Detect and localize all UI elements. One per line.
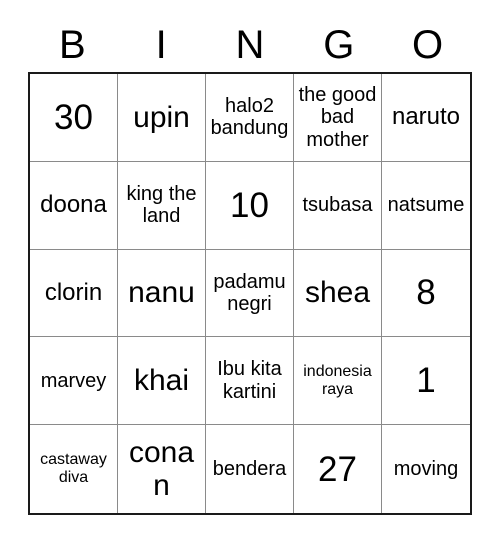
bingo-cell-label: 27 — [318, 449, 357, 489]
bingo-cell-label: conan — [128, 435, 195, 503]
bingo-cell[interactable]: bendera — [206, 425, 294, 513]
bingo-cell-label: halo2 bandung — [210, 95, 289, 140]
bingo-cell[interactable]: king the land — [118, 161, 206, 250]
bingo-cell[interactable]: 27 — [294, 425, 382, 513]
bingo-cell-label: khai — [133, 363, 190, 397]
bingo-cell-label: Ibu kita kartini — [217, 358, 282, 403]
bingo-cell[interactable]: moving — [382, 425, 470, 513]
bingo-cell-label: 1 — [416, 361, 436, 401]
bingo-cell[interactable]: halo2 bandung — [206, 74, 294, 162]
bingo-cell[interactable]: marvey — [30, 337, 118, 426]
bingo-grid: 30 upin halo2 bandung the good bad mother na… — [28, 72, 472, 515]
bingo-cell-label: naruto — [391, 102, 461, 130]
bingo-cell-label: castaway diva — [40, 451, 107, 487]
bingo-cell-label: nanu — [128, 276, 195, 310]
bingo-cell-label: padamu negri — [213, 270, 286, 315]
bingo-cell-label: 10 — [230, 185, 269, 225]
bingo-cell-label: natsume — [387, 194, 465, 216]
bingo-cell-label: marvey — [40, 369, 107, 392]
bingo-cell[interactable]: the good bad mother — [294, 74, 382, 162]
bingo-cell-label: upin — [133, 100, 190, 134]
bingo-cell[interactable]: padamu negri — [206, 249, 294, 338]
bingo-cell-label: king the land — [126, 182, 197, 228]
bingo-cell[interactable]: indonesia raya — [294, 337, 382, 426]
bingo-cell[interactable]: nanu — [118, 249, 206, 338]
bingo-cell[interactable]: tsubasa — [294, 161, 382, 250]
bingo-card: B I N G O 30 upin halo2 bandung the good ba… — [0, 0, 500, 544]
bingo-cell-label: shea — [304, 276, 371, 310]
bingo-cell[interactable]: 10 — [206, 161, 294, 250]
bingo-cell-label: clorin — [44, 278, 103, 306]
bingo-cell-label: the good bad mother — [298, 83, 377, 151]
bingo-cell[interactable]: Ibu kita kartini — [206, 337, 294, 426]
bingo-cell[interactable]: shea — [294, 249, 382, 338]
bingo-header-letter-o: O — [412, 23, 444, 67]
bingo-cell[interactable]: naruto — [382, 74, 470, 162]
bingo-cell[interactable]: 1 — [382, 337, 470, 426]
bingo-header-row: B I N G O — [28, 18, 472, 72]
bingo-header-letter-i: I — [155, 23, 167, 67]
bingo-header-letter-b: B — [59, 23, 86, 67]
bingo-cell[interactable]: natsume — [382, 161, 470, 250]
bingo-cell[interactable]: conan — [118, 425, 206, 513]
bingo-header-letter-n: N — [235, 23, 265, 67]
bingo-cell-label: 30 — [54, 97, 93, 137]
bingo-cell[interactable]: khai — [118, 337, 206, 426]
bingo-cell-label: indonesia raya — [303, 362, 372, 398]
bingo-cell-label: bendera — [212, 457, 287, 480]
bingo-cell[interactable]: 8 — [382, 249, 470, 338]
bingo-cell-label: tsubasa — [302, 194, 373, 216]
bingo-cell[interactable]: doona — [30, 161, 118, 250]
bingo-cell[interactable]: upin — [118, 74, 206, 162]
bingo-cell[interactable]: 30 — [30, 74, 118, 162]
bingo-cell-label: doona — [40, 190, 107, 218]
bingo-cell-label: 8 — [416, 273, 436, 313]
bingo-cell[interactable]: clorin — [30, 249, 118, 338]
bingo-cell-label: moving — [393, 457, 459, 480]
bingo-header-letter-g: G — [323, 23, 355, 67]
bingo-cell[interactable]: castaway diva — [30, 425, 118, 513]
